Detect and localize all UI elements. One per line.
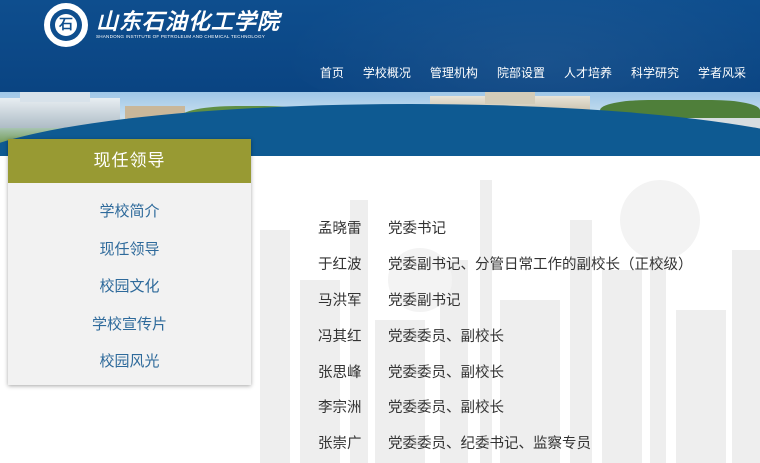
sidebar-menu: 学校简介 现任领导 校园文化 学校宣传片 校园风光 — [8, 183, 251, 381]
leader-name: 李宗洲 — [318, 400, 362, 417]
sidebar-title: 现任领导 — [8, 139, 251, 183]
leader-row: 于红波 党委副书记、分管日常工作的副校长（正校级） — [318, 246, 693, 282]
school-name-logo[interactable]: 山东石油化工学院 — [96, 4, 280, 36]
nav-item-research[interactable]: 科学研究 — [631, 64, 679, 81]
leader-row: 李宗洲 党委委员、副校长 — [318, 389, 693, 425]
leader-name: 马洪军 — [318, 292, 362, 309]
leader-title: 党委副书记 — [388, 292, 461, 309]
leader-name: 于红波 — [318, 257, 362, 274]
banner-main-building-tower — [485, 92, 535, 104]
leader-row: 冯其红 党委委员、副校长 — [318, 317, 693, 353]
nav-item-administration[interactable]: 管理机构 — [430, 64, 478, 81]
school-seal-logo[interactable]: 石 — [44, 3, 88, 47]
leader-name: 冯其红 — [318, 328, 362, 345]
seal-mark: 石 — [59, 17, 73, 33]
nav-item-home[interactable]: 首页 — [320, 64, 344, 81]
nav-item-education[interactable]: 人才培养 — [564, 64, 612, 81]
sidebar-item-school-intro[interactable]: 学校简介 — [8, 193, 251, 231]
leader-name: 张崇广 — [318, 436, 362, 453]
leader-title: 党委委员、副校长 — [388, 364, 504, 381]
leader-title: 党委委员、纪委书记、监察专员 — [388, 436, 591, 453]
leader-title: 党委副书记、分管日常工作的副校长（正校级） — [388, 257, 693, 274]
sidebar-item-current-leaders[interactable]: 现任领导 — [8, 231, 251, 269]
nav-item-overview[interactable]: 学校概况 — [363, 64, 411, 81]
main-nav: 首页 学校概况 管理机构 院部设置 人才培养 科学研究 学者风采 — [301, 64, 746, 81]
leaders-list: 孟晓雷 党委书记 于红波 党委副书记、分管日常工作的副校长（正校级） 马洪军 党… — [318, 210, 693, 461]
nav-item-departments[interactable]: 院部设置 — [497, 64, 545, 81]
sidebar: 现任领导 学校简介 现任领导 校园文化 学校宣传片 校园风光 — [8, 139, 251, 385]
leader-title: 党委委员、副校长 — [388, 328, 504, 345]
sidebar-item-promo-video[interactable]: 学校宣传片 — [8, 306, 251, 344]
sidebar-item-campus-culture[interactable]: 校园文化 — [8, 268, 251, 306]
leader-title: 党委书记 — [388, 221, 446, 238]
leader-row: 张思峰 党委委员、副校长 — [318, 353, 693, 389]
site-header: 石 山东石油化工学院 SHANDONG INSTITUTE OF PETROLE… — [0, 0, 760, 92]
leader-name: 张思峰 — [318, 364, 362, 381]
school-name-english: SHANDONG INSTITUTE OF PETROLEUM AND CHEM… — [96, 34, 265, 39]
leader-row: 张崇广 党委委员、纪委书记、监察专员 — [318, 425, 693, 461]
leader-row: 孟晓雷 党委书记 — [318, 210, 693, 246]
banner-building-left-roof — [20, 92, 90, 102]
leader-row: 马洪军 党委副书记 — [318, 282, 693, 318]
sidebar-item-campus-scenery[interactable]: 校园风光 — [8, 343, 251, 381]
leader-title: 党委委员、副校长 — [388, 400, 504, 417]
leader-name: 孟晓雷 — [318, 221, 362, 238]
nav-item-scholars[interactable]: 学者风采 — [698, 64, 746, 81]
